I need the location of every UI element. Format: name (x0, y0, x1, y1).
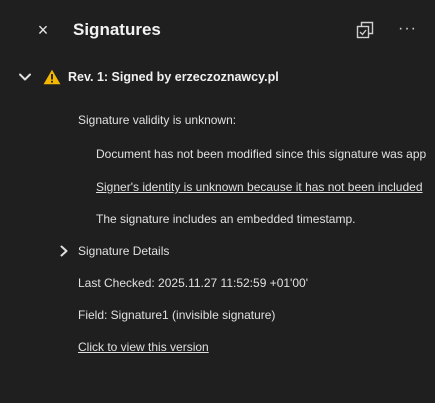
signature-options-button[interactable] (355, 20, 377, 42)
view-version-link[interactable]: Click to view this version (78, 339, 209, 355)
more-options-button[interactable]: ··· (398, 19, 422, 41)
last-checked: Last Checked: 2025.11.27 11:52:59 +01'00… (78, 276, 308, 290)
modification-status: Document has not been modified since thi… (96, 147, 427, 161)
more-icon: ··· (398, 20, 417, 37)
signatures-panel: × Signatures ··· Rev. 1: Signed by erzec… (0, 0, 435, 403)
chevron-right-icon (60, 245, 68, 257)
close-icon: × (37, 20, 49, 40)
warning-icon (43, 69, 61, 85)
chevron-down-icon (19, 73, 31, 81)
signature-details-toggle[interactable] (58, 244, 70, 258)
timestamp-status: The signature includes an embedded times… (96, 212, 356, 226)
panel-header: × Signatures ··· (0, 0, 435, 60)
identity-status-link[interactable]: Signer's identity is unknown because it … (96, 179, 423, 195)
revision-expand-toggle[interactable] (18, 70, 32, 84)
close-button[interactable]: × (33, 19, 53, 41)
revision-label[interactable]: Rev. 1: Signed by erzeczoznawcy.pl (68, 70, 279, 84)
signature-details-label[interactable]: Signature Details (78, 243, 169, 259)
panel-title: Signatures (73, 20, 161, 39)
signature-field: Field: Signature1 (invisible signature) (78, 308, 276, 322)
signature-options-icon (356, 21, 374, 39)
validity-status: Signature validity is unknown: (78, 113, 237, 127)
